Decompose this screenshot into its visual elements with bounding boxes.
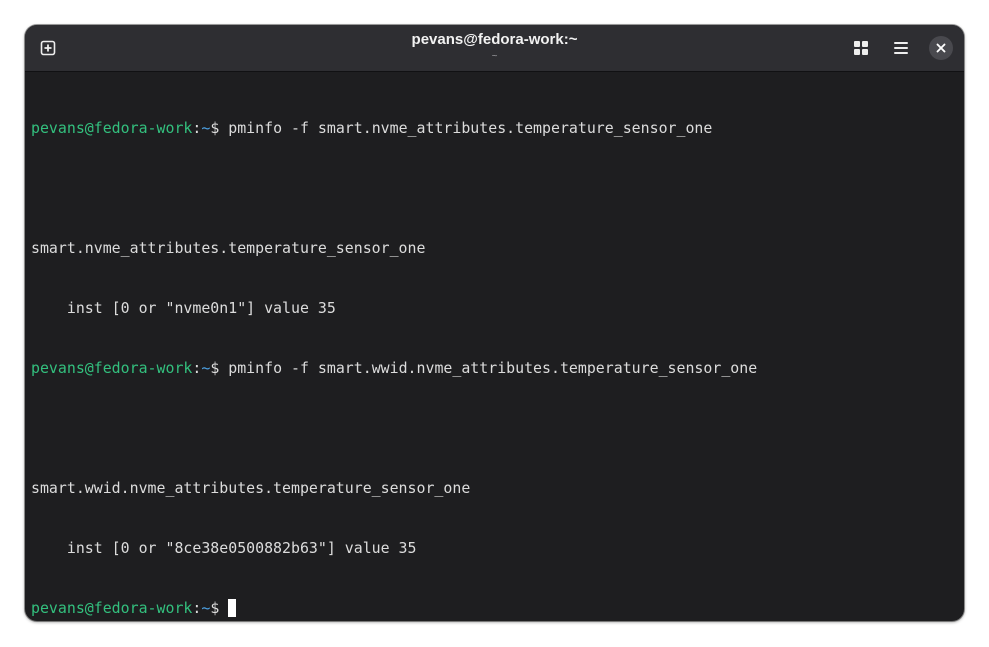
terminal-window: pevans@fedora-work:~ ~ pevans@fedora-wor… [25,25,964,621]
terminal-line-prompt: pevans@fedora-work:~$ [31,598,958,618]
hamburger-menu-icon [894,42,908,54]
terminal-line-output: inst [0 or "8ce38e0500882b63"] value 35 [31,539,417,557]
terminal-line-output: inst [0 or "nvme0n1"] value 35 [31,299,336,317]
tab-overview-button[interactable] [844,31,878,65]
prompt-user-host: pevans@fedora-work [31,119,193,137]
prompt-separator: : [192,359,202,377]
prompt-symbol: $ [210,599,229,617]
text-cursor [228,599,237,617]
prompt-path: ~ [201,599,211,617]
prompt-separator: : [192,599,202,617]
terminal-line-output: smart.wwid.nvme_attributes.temperature_s… [31,479,471,497]
terminal-line-prompt: pevans@fedora-work:~$ pminfo -f smart.ww… [31,358,958,378]
prompt-symbol: $ [210,359,229,377]
prompt-user-host: pevans@fedora-work [31,599,193,617]
prompt-path: ~ [201,119,211,137]
close-icon [936,43,946,53]
terminal-line-output: smart.nvme_attributes.temperature_sensor… [31,239,426,257]
terminal-line-prompt: pevans@fedora-work:~$ pminfo -f smart.nv… [31,118,958,138]
header-bar: pevans@fedora-work:~ ~ [25,25,964,72]
prompt-symbol: $ [210,119,229,137]
main-menu-button[interactable] [884,31,918,65]
window-title: pevans@fedora-work:~ [411,31,578,48]
close-button[interactable] [929,36,953,60]
command-text: pminfo -f smart.nvme_attributes.temperat… [228,119,713,137]
prompt-path: ~ [201,359,211,377]
window-subtitle: ~ [491,51,498,62]
grid-icon [854,41,868,55]
terminal-output[interactable]: pevans@fedora-work:~$ pminfo -f smart.nv… [31,78,958,617]
command-text: pminfo -f smart.wwid.nvme_attributes.tem… [228,359,758,377]
prompt-separator: : [192,119,202,137]
prompt-user-host: pevans@fedora-work [31,359,193,377]
